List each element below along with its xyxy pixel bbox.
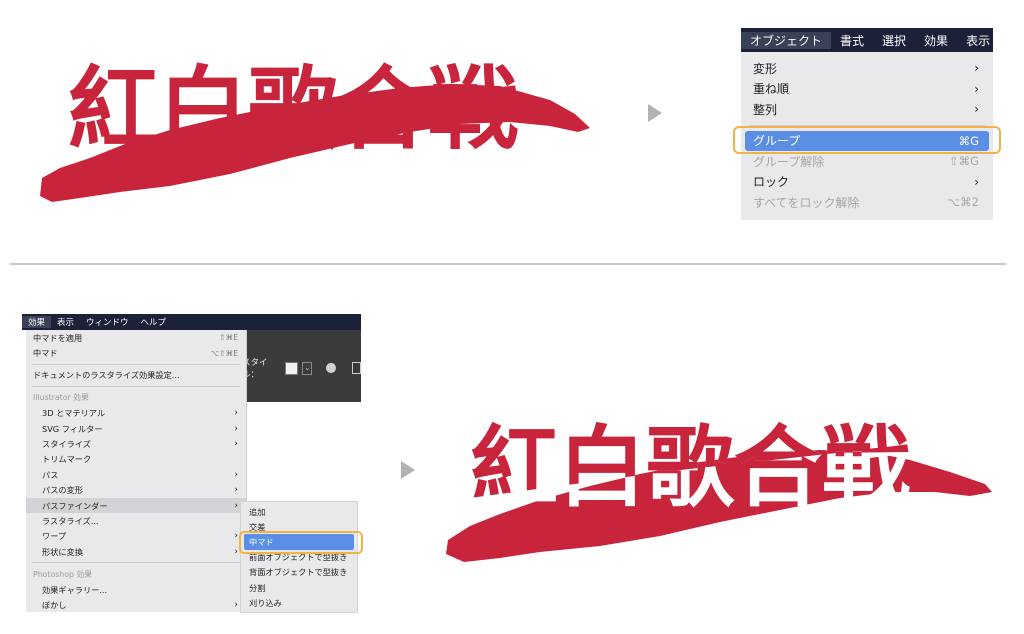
menu-item-blur[interactable]: ぼかし › [26, 597, 246, 612]
menubar-effect[interactable]: 効果 [915, 32, 957, 49]
menu-item-unlock-all[interactable]: すべてをロック解除 ⌥⌘2 [741, 192, 993, 213]
menu-item-arrange[interactable]: 重ね順 › [741, 79, 993, 100]
menu-item-ungroup[interactable]: グループ解除 ⇧⌘G [741, 151, 993, 172]
chevron-right-icon: › [974, 102, 979, 117]
pathfinder-submenu: 追加 交差 中マド 前面オブジェクトで型抜き 背面オブジェクトで型抜き 分割 刈… [240, 501, 358, 613]
submenu-item-minus-back[interactable]: 背面オブジェクトで型抜き [241, 565, 357, 580]
section-divider [10, 263, 1006, 265]
style-swatch[interactable] [285, 361, 299, 375]
chevron-right-icon: › [234, 531, 238, 542]
menubar-help[interactable]: ヘルプ [135, 316, 173, 328]
menubar-object[interactable]: オブジェクト [741, 31, 832, 49]
menu-item-effect-gallery[interactable]: 効果ギャラリー... [26, 582, 246, 597]
chevron-right-icon: › [234, 500, 238, 511]
submenu-item-trim[interactable]: 刈り込み [241, 595, 357, 610]
menu-separator [32, 363, 240, 365]
menu-item-exclude[interactable]: 中マド ⌥⇧⌘E [26, 345, 246, 360]
chevron-right-icon: › [234, 439, 238, 450]
menu-separator [32, 386, 240, 388]
menu-item-raster-settings[interactable]: ドキュメントのラスタライズ効果設定... [26, 368, 246, 383]
menubar: 効果 表示 ウィンドウ ヘルプ [22, 314, 361, 330]
menu-item-rasterize[interactable]: ラスタライズ... [26, 513, 246, 528]
menubar-view[interactable]: 表示 [51, 316, 80, 328]
chevron-right-icon: › [974, 61, 979, 76]
menu-item-warp[interactable]: ワープ › [26, 529, 246, 544]
hero-before: 紅白歌合戦 [30, 40, 630, 210]
menubar-select[interactable]: 選択 [873, 32, 915, 49]
chevron-right-icon: › [234, 485, 238, 496]
menubar-effect[interactable]: 効果 [22, 316, 52, 328]
style-label: スタイル： [242, 358, 268, 380]
arrow-right-icon [401, 461, 415, 479]
submenu-item-add[interactable]: 追加 [241, 504, 357, 519]
chevron-right-icon: › [234, 599, 238, 610]
document-icon[interactable] [351, 362, 361, 374]
menu-item-svg-filter[interactable]: SVG フィルター › [26, 421, 246, 436]
menu-item-path[interactable]: パス › [26, 467, 246, 482]
menu-item-apply-exclude[interactable]: 中マドを適用 ⇧⌘E [26, 330, 246, 345]
chevron-right-icon: › [974, 174, 979, 189]
arrow-right-icon [648, 104, 662, 122]
submenu-item-divide[interactable]: 分割 [241, 580, 357, 595]
menu-item-transform[interactable]: 変形 › [741, 58, 993, 79]
menu-item-convert-shape[interactable]: 形状に変換 › [26, 544, 246, 559]
highlight-exclude [239, 531, 363, 554]
effect-menu: 中マドを適用 ⇧⌘E 中マド ⌥⇧⌘E ドキュメントのラスタライズ効果設定... I… [26, 330, 247, 612]
menubar-type[interactable]: 書式 [831, 32, 873, 49]
chevron-right-icon: › [974, 81, 979, 96]
menubar-view[interactable]: 表示 [957, 32, 993, 49]
control-toolbar: スタイル： ⌄ [242, 356, 361, 380]
menu-separator [32, 562, 240, 564]
menu-item-lock[interactable]: ロック › [741, 172, 993, 193]
object-menu-screenshot: オブジェクト 書式 選択 効果 表示 変形 › 重ね順 › 整列 › グループ ⌘G グ… [741, 28, 993, 220]
chevron-right-icon: › [234, 546, 238, 557]
menu-item-stylize[interactable]: スタイライズ › [26, 436, 246, 451]
menu-item-3d[interactable]: 3D とマテリアル › [26, 406, 246, 421]
menu-item-align[interactable]: 整列 › [741, 99, 993, 120]
highlight-group [733, 126, 1001, 154]
chevron-right-icon: › [234, 469, 238, 480]
menubar-window[interactable]: ウィンドウ [80, 316, 135, 328]
section-header-illustrator: Illustrator 効果 [33, 393, 89, 403]
menu-item-distort-transform[interactable]: パスの変形 › [26, 483, 246, 498]
menu-item-trim-marks[interactable]: トリムマーク [26, 452, 246, 467]
chevron-right-icon: › [234, 408, 238, 419]
menubar: オブジェクト 書式 選択 効果 表示 [741, 28, 993, 52]
chevron-down-icon[interactable]: ⌄ [302, 361, 313, 375]
section-header-photoshop: Photoshop 効果 [33, 569, 93, 579]
globe-icon[interactable] [326, 363, 336, 373]
menu-item-pathfinder[interactable]: パスファインダー › [26, 497, 246, 514]
chevron-right-icon: › [234, 423, 238, 434]
